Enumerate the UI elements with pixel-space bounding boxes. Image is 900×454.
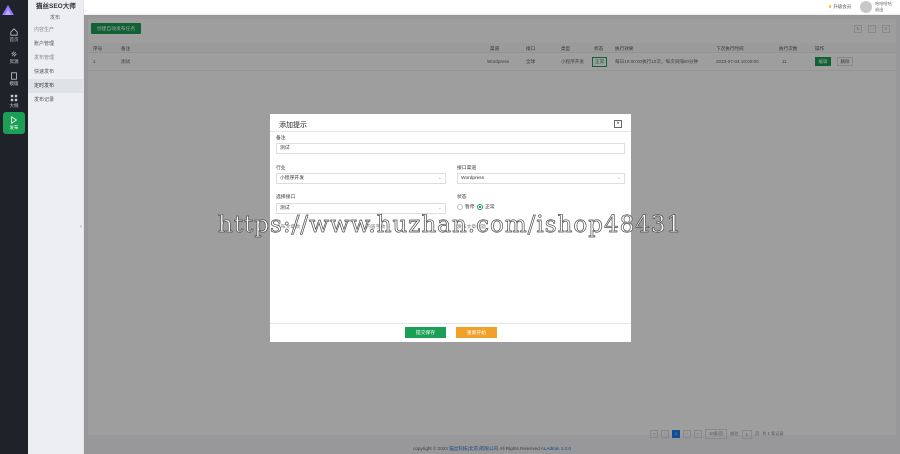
- sidebar-item-scheduled-publish[interactable]: 定时发布: [28, 79, 83, 93]
- divider: [270, 131, 631, 132]
- rail-item-label: 资源: [9, 58, 19, 64]
- api-channel-select[interactable]: Wordpress ⌄: [457, 173, 625, 184]
- watermark: https://www.huzhan.com/ishop48431: [218, 212, 683, 239]
- status-off-label: 暂停: [465, 205, 475, 210]
- sidebar: 猫丝SEO大师 发布 内容生产 账户管理 发布管理 快速发布 定时发布 发布记录: [28, 0, 84, 454]
- rail-item-label: 模版: [9, 80, 19, 86]
- sidebar-item-content[interactable]: 内容生产: [28, 23, 83, 37]
- avatar[interactable]: [860, 1, 872, 13]
- chevron-down-icon: ⌄: [616, 175, 621, 181]
- industry-label: 行业: [276, 166, 286, 171]
- app-logo: [2, 5, 14, 15]
- sidebar-item-accounts[interactable]: 账户管理: [28, 37, 83, 51]
- close-icon[interactable]: ×: [614, 120, 622, 128]
- home-icon: [10, 27, 18, 36]
- crown-icon: ♛: [828, 4, 833, 9]
- rail-item-outline[interactable]: 大纲: [0, 90, 28, 112]
- chevron-down-icon: ⌄: [437, 175, 442, 181]
- sidebar-header: 发布: [50, 15, 61, 21]
- rail-item-label: 首页: [9, 36, 19, 42]
- radio-circle: [457, 203, 463, 210]
- upgrade-link[interactable]: ♛ 升级会员: [828, 4, 851, 10]
- submit-save-button[interactable]: 提交保存: [405, 327, 446, 338]
- grid-icon: [10, 94, 18, 101]
- logout-link[interactable]: 退出: [875, 7, 892, 13]
- status-label: 状态: [457, 195, 467, 200]
- app-rail: 首页 资源 模版 大纲 发布: [0, 0, 28, 454]
- rail-item-label: 大纲: [9, 102, 19, 108]
- sidebar-item-publish-log[interactable]: 发布记录: [28, 93, 83, 107]
- rail-item-resources[interactable]: 资源: [0, 46, 28, 68]
- select-api-value: 测试: [280, 206, 290, 211]
- status-radio-normal[interactable]: 正常: [477, 203, 495, 210]
- radio-circle-selected: [477, 203, 483, 210]
- industry-value: 小程序开发: [280, 176, 304, 181]
- top-bar: ♛ 升级会员 哈哈哈哈 退出: [84, 0, 900, 15]
- book-icon: [11, 71, 17, 80]
- status-radio-paused[interactable]: 暂停: [457, 203, 475, 210]
- user-info: 哈哈哈哈 退出: [875, 1, 892, 13]
- link-icon: [11, 50, 17, 57]
- rail-item-home[interactable]: 首页: [0, 24, 28, 46]
- send-icon: [11, 115, 18, 124]
- divider: [270, 323, 631, 324]
- note-label: 备注: [276, 136, 286, 141]
- collapse-handle-icon[interactable]: ‹: [80, 224, 82, 230]
- rail-item-publish[interactable]: 发布: [3, 112, 25, 134]
- industry-select[interactable]: 小程序开发 ⌄: [276, 173, 446, 184]
- status-on-label: 正常: [485, 205, 495, 210]
- note-input[interactable]: 测试: [276, 143, 625, 154]
- select-api-label: 选择接口: [276, 195, 296, 200]
- rail-item-templates[interactable]: 模版: [0, 68, 28, 90]
- dialog-title: 添加提示: [279, 122, 307, 129]
- rail-item-label: 发布: [9, 124, 19, 130]
- api-channel-label: 接口渠道: [457, 166, 477, 171]
- sidebar-item-quick-publish[interactable]: 快速发布: [28, 65, 83, 79]
- upgrade-label: 升级会员: [833, 4, 852, 9]
- brand-title: 猫丝SEO大师: [36, 3, 76, 10]
- sidebar-item-publish-manage[interactable]: 发布管理: [28, 51, 83, 65]
- restart-button[interactable]: 重新开始: [456, 327, 497, 338]
- api-channel-value: Wordpress: [461, 176, 485, 181]
